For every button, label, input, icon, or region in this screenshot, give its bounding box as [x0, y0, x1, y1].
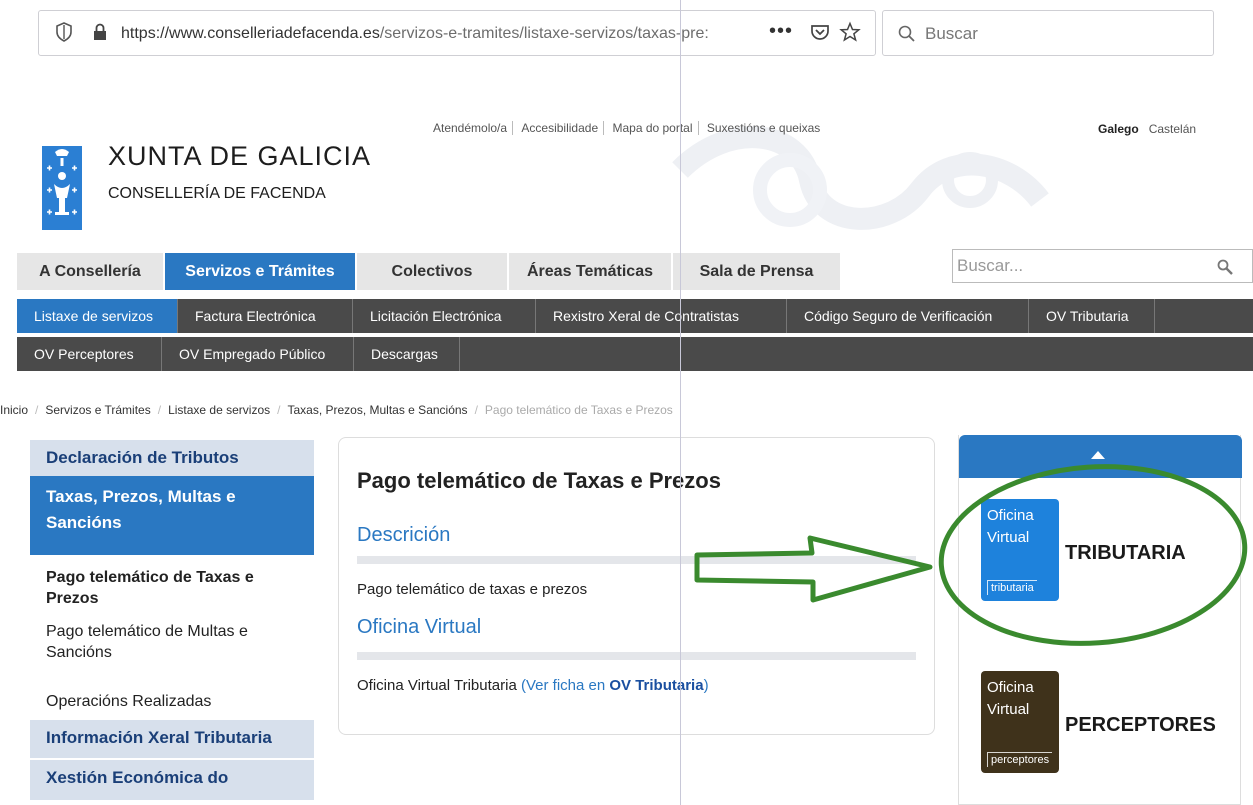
logo-oficina-word: Oficina — [987, 507, 1034, 524]
sub-nav-ov-empregado-publico[interactable]: OV Empregado Público — [162, 337, 354, 371]
ov-perceptores-label[interactable]: PERCEPTORES — [1065, 714, 1216, 737]
pocket-icon[interactable] — [809, 21, 831, 43]
sub-nav-ov-tributaria[interactable]: OV Tributaria — [1029, 299, 1155, 333]
section-divider — [357, 652, 916, 660]
logo-oficina-word: Oficina — [987, 679, 1034, 696]
util-link-suxestions[interactable]: Suxestións e queixas — [702, 121, 825, 135]
sub-nav-ov-perceptores[interactable]: OV Perceptores — [17, 337, 162, 371]
sub-nav-row-1: Listaxe de servizos Factura Electrónica … — [17, 299, 1253, 333]
ov-tributaria-label[interactable]: TRIBUTARIA — [1065, 542, 1186, 565]
page-title: Pago telemático de Taxas e Prezos — [357, 468, 721, 493]
sub-nav-listaxe-servizos[interactable]: Listaxe de servizos — [17, 299, 178, 333]
sidebar-operacions[interactable]: Operacións Realizadas — [30, 683, 314, 720]
ov-perceptores-logo[interactable]: Oficina Virtual perceptores — [981, 671, 1059, 773]
lang-galego[interactable]: Galego — [1098, 122, 1139, 136]
panel-header — [959, 435, 1242, 478]
site-logo-subtitle: CONSELLERÍA DE FACENDA — [108, 185, 326, 202]
breadcrumb-taxas[interactable]: Taxas, Prezos, Multas e Sancións — [287, 403, 467, 417]
section-descricion-text: Pago telemático de taxas e prezos — [357, 581, 588, 598]
ov-tributaria-logo[interactable]: Oficina Virtual tributaria — [981, 499, 1059, 601]
section-oficina-text: Oficina Virtual Tributaria (Ver ficha en… — [357, 677, 709, 694]
utility-links: Atendémolo/a Accesibilidade Mapa do port… — [428, 121, 825, 135]
xunta-emblem-icon[interactable] — [42, 146, 82, 230]
chevron-up-icon[interactable] — [1091, 451, 1105, 459]
logo-virtual-word: Virtual — [987, 529, 1030, 546]
sidebar-informacion-xeral[interactable]: Información Xeral Tributaria — [30, 720, 314, 758]
site-search-placeholder: Buscar... — [957, 256, 1024, 275]
url-bar[interactable]: https://www.conselleriadefacenda.es/serv… — [38, 10, 876, 56]
right-panel: Oficina Virtual tributaria TRIBUTARIA Of… — [958, 435, 1242, 805]
sub-nav-row-2: OV Perceptores OV Empregado Público Desc… — [17, 337, 1253, 371]
sidebar-pago-multas[interactable]: Pago telemático de Multas e Sancións — [30, 609, 314, 683]
main-nav: A Consellería Servizos e Trámites Colect… — [17, 253, 842, 290]
main-nav-sala-prensa[interactable]: Sala de Prensa — [673, 253, 842, 290]
browser-search-input[interactable]: Buscar — [882, 10, 1214, 56]
breadcrumb-servizos[interactable]: Servizos e Trámites — [45, 403, 150, 417]
search-icon[interactable] — [1216, 258, 1234, 276]
breadcrumb-current: Pago telemático de Taxas e Prezos — [484, 403, 673, 417]
ov-tributaria-link[interactable]: OV Tributaria — [609, 677, 703, 694]
lang-castelan[interactable]: Castelán — [1149, 122, 1196, 136]
breadcrumb-inicio[interactable]: Inicio — [0, 403, 28, 417]
url-text[interactable]: https://www.conselleriadefacenda.es/serv… — [121, 25, 721, 43]
bookmark-star-icon[interactable] — [839, 21, 861, 43]
lock-icon — [94, 23, 106, 40]
logo-virtual-word: Virtual — [987, 701, 1030, 718]
sidebar-taxas-prezos[interactable]: Taxas, Prezos, Multas e Sancións — [30, 476, 314, 555]
logo-perceptores-tag: perceptores — [987, 752, 1053, 767]
util-link-accesibilidade[interactable]: Accesibilidade — [516, 121, 605, 135]
language-switcher: Galego Castelán — [1098, 122, 1196, 136]
main-nav-areas-tematicas[interactable]: Áreas Temáticas — [509, 253, 673, 290]
main-nav-servizos-tramites[interactable]: Servizos e Trámites — [165, 253, 357, 290]
section-oficina-heading: Oficina Virtual — [357, 616, 482, 638]
oficina-virtual-tributaria-text: Oficina Virtual Tributaria — [357, 677, 517, 694]
sub-nav-rexistro-contratistas[interactable]: Rexistro Xeral de Contratistas — [536, 299, 787, 333]
main-nav-colectivos[interactable]: Colectivos — [357, 253, 509, 290]
scan-crease-line — [680, 0, 681, 805]
site-search-input[interactable]: Buscar... — [952, 249, 1253, 283]
url-host: https://www.conselleriadefacenda.es — [121, 25, 380, 42]
sub-nav-descargas[interactable]: Descargas — [354, 337, 460, 371]
sidebar-xestion-economica[interactable]: Xestión Económica do — [30, 760, 314, 800]
sidebar-declaracion-tributos[interactable]: Declaración de Tributos — [30, 440, 314, 476]
util-link-mapa-portal[interactable]: Mapa do portal — [607, 121, 699, 135]
sub-nav-licitacion-electronica[interactable]: Licitación Electrónica — [353, 299, 536, 333]
util-link-atendemolo[interactable]: Atendémolo/a — [428, 121, 514, 135]
url-path: /servizos-e-tramites/listaxe-servizos/ta… — [379, 25, 709, 42]
sidebar-pago-taxas[interactable]: Pago telemático de Taxas e Prezos — [30, 555, 314, 609]
browser-search-placeholder: Buscar — [925, 24, 978, 43]
search-icon — [898, 25, 915, 42]
sidebar: Declaración de Tributos Taxas, Prezos, M… — [30, 440, 314, 800]
main-nav-a-conselleria[interactable]: A Consellería — [17, 253, 165, 290]
site-logo-title[interactable]: XUNTA DE GALICIA — [108, 141, 371, 172]
sub-nav-codigo-seguro[interactable]: Código Seguro de Verificación — [787, 299, 1029, 333]
breadcrumb-listaxe[interactable]: Listaxe de servizos — [168, 403, 270, 417]
logo-tributaria-tag: tributaria — [987, 580, 1037, 595]
section-divider — [357, 556, 916, 564]
section-descricion-heading: Descrición — [357, 524, 451, 546]
sub-nav-factura-electronica[interactable]: Factura Electrónica — [178, 299, 353, 333]
shield-icon — [56, 22, 72, 42]
page-actions-icon[interactable]: ••• — [769, 20, 793, 43]
breadcrumb: Inicio / Servizos e Trámites / Listaxe de se… — [0, 403, 673, 417]
content-card: Pago telemático de Taxas e Prezos Descri… — [338, 437, 935, 735]
